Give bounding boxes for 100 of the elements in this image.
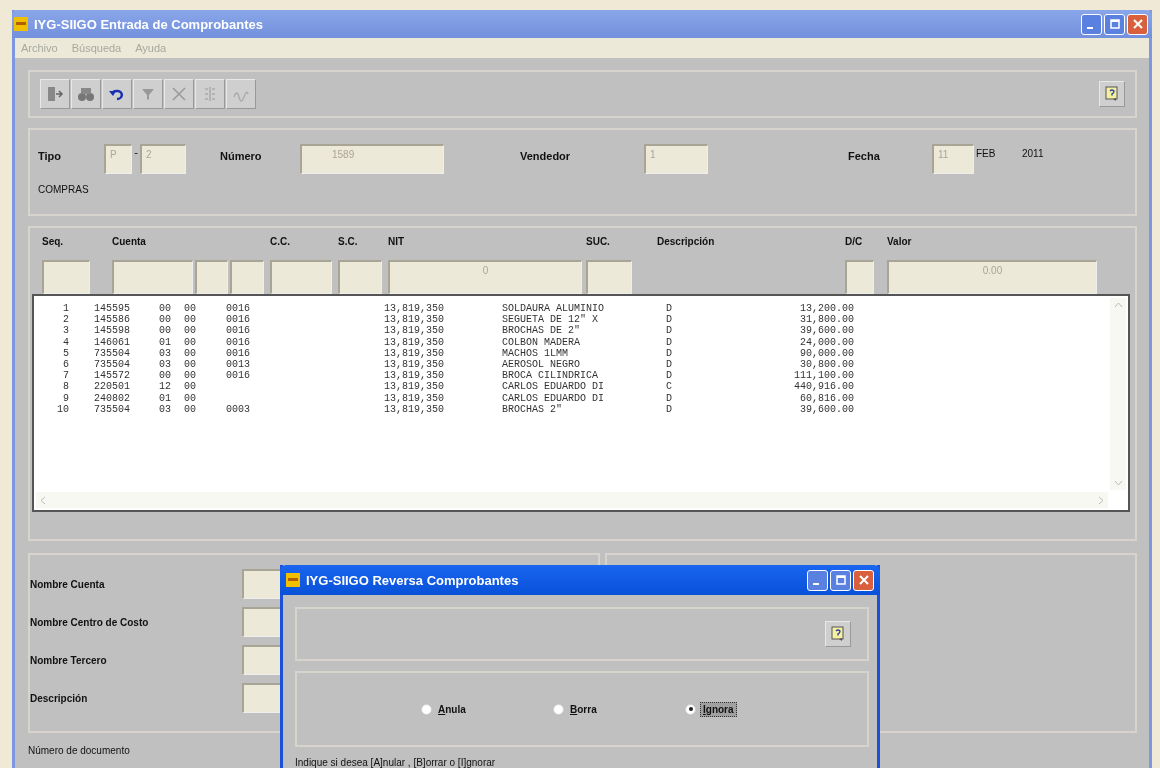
list-text: 8 bbox=[62, 381, 69, 393]
input-field[interactable]: 0 bbox=[388, 260, 582, 294]
input-field[interactable] bbox=[586, 260, 632, 294]
close-button[interactable] bbox=[1127, 13, 1148, 35]
list-text: D bbox=[666, 336, 673, 348]
list-text: SEGUETA DE 12" X bbox=[502, 314, 599, 326]
minimize-button[interactable] bbox=[807, 569, 828, 591]
list-text: 0016 bbox=[226, 336, 251, 348]
list-text: 13,200.00 bbox=[799, 303, 854, 315]
radio-button[interactable] bbox=[553, 703, 564, 715]
app-icon bbox=[14, 17, 28, 31]
hint-text: Indique si desea [A]nular , [B]orrar o [I]gnorar bbox=[295, 757, 497, 768]
close-button[interactable] bbox=[853, 569, 874, 591]
maximize-icon bbox=[1109, 19, 1120, 29]
input-field[interactable]: 1589 bbox=[300, 144, 444, 174]
maximize-icon bbox=[835, 575, 846, 585]
close-icon bbox=[1132, 19, 1143, 29]
input-field[interactable]: 1 bbox=[644, 144, 708, 174]
list-text: 735504 bbox=[94, 358, 131, 371]
field-label: Número bbox=[220, 149, 263, 162]
list-text: 00 bbox=[184, 403, 197, 415]
field-label: Nombre Centro de Costo bbox=[30, 616, 150, 628]
help-button[interactable] bbox=[825, 621, 851, 647]
app-icon bbox=[286, 573, 300, 587]
option-label[interactable]: Borra bbox=[568, 702, 599, 716]
input-field[interactable] bbox=[112, 260, 193, 294]
toolbar-button[interactable] bbox=[102, 79, 132, 109]
input-field[interactable] bbox=[338, 260, 382, 294]
option-label[interactable]: Ignora bbox=[700, 701, 737, 717]
cross-icon bbox=[170, 85, 188, 103]
list-text: AEROSOL NEGRO bbox=[502, 358, 581, 371]
list-text: 0016 bbox=[226, 303, 251, 315]
list-text: D bbox=[666, 358, 673, 371]
list-text: 111,100.00 bbox=[793, 370, 854, 382]
list-text: D bbox=[666, 392, 673, 404]
list-text: 9 bbox=[62, 392, 69, 404]
list-text: D bbox=[666, 403, 673, 415]
binoculars-icon bbox=[77, 85, 95, 103]
minimize-button[interactable] bbox=[1081, 13, 1102, 35]
list-text: 13,819,350 bbox=[383, 347, 444, 359]
field-label: NIT bbox=[388, 236, 406, 249]
list-text: 735504 bbox=[94, 347, 131, 359]
input-field[interactable]: P bbox=[104, 144, 132, 174]
list-text: 2 bbox=[62, 314, 69, 326]
list-text: CARLOS EDUARDO DI bbox=[502, 392, 606, 404]
list-text: SOLDAURA ALUMINIO bbox=[502, 303, 606, 314]
input-field[interactable] bbox=[194, 260, 229, 294]
input-field[interactable]: 2 bbox=[140, 144, 186, 174]
vertical-scrollbar[interactable] bbox=[1110, 298, 1126, 490]
field-label: Fecha bbox=[848, 149, 881, 162]
field-label: S.C. bbox=[338, 236, 359, 249]
list-text: 60,816.00 bbox=[799, 392, 854, 404]
input-field[interactable]: 11 bbox=[932, 144, 974, 174]
list-text: 00 bbox=[159, 303, 172, 315]
list-text: D bbox=[666, 314, 673, 326]
list-text: 4 bbox=[62, 336, 69, 348]
input-field[interactable] bbox=[42, 260, 90, 294]
radio-button[interactable] bbox=[421, 703, 432, 715]
field-label: Valor bbox=[887, 236, 913, 249]
field-label: C.C. bbox=[270, 236, 291, 249]
list-text: 146061 bbox=[94, 336, 131, 348]
list-text: BROCA CILINDRICA bbox=[502, 370, 599, 382]
list-text: 0016 bbox=[226, 325, 251, 337]
list-text: 13,819,350 bbox=[383, 325, 444, 337]
list-text: 00 bbox=[184, 370, 197, 382]
list-text: D bbox=[666, 347, 673, 359]
input-field[interactable] bbox=[845, 260, 874, 294]
list-text: 00 bbox=[159, 314, 172, 326]
input-field[interactable] bbox=[230, 260, 264, 294]
list-text: 13,819,350 bbox=[383, 370, 444, 382]
list-text: C bbox=[666, 381, 673, 393]
maximize-button[interactable] bbox=[830, 569, 851, 591]
help-button[interactable] bbox=[1099, 81, 1125, 107]
status-text: Número de documento bbox=[28, 744, 131, 756]
list-text: 00 bbox=[184, 358, 197, 371]
list-text: 00 bbox=[184, 303, 197, 315]
list-text: 0016 bbox=[226, 347, 251, 359]
list-text: 03 bbox=[159, 358, 172, 371]
list-text: 0016 bbox=[226, 314, 251, 326]
radio-button[interactable] bbox=[685, 703, 696, 715]
option-label[interactable]: Anula bbox=[436, 702, 468, 716]
input-field[interactable] bbox=[270, 260, 332, 294]
list-text: 0013 bbox=[226, 358, 251, 371]
field-label: Seq. bbox=[42, 236, 65, 249]
input-field[interactable]: 0.00 bbox=[887, 260, 1097, 294]
list-text: 31,800.00 bbox=[799, 314, 854, 326]
maximize-button[interactable] bbox=[1104, 13, 1125, 35]
field-label: Nombre Cuenta bbox=[30, 578, 106, 590]
horizontal-scrollbar[interactable] bbox=[36, 492, 1108, 508]
list-text: 145598 bbox=[94, 325, 131, 337]
dialog-title: IYG-SIIGO Reversa Comprobantes bbox=[306, 572, 520, 588]
list-text: 13,819,350 bbox=[383, 314, 444, 326]
separator-text: - bbox=[133, 145, 139, 158]
minimize-icon bbox=[812, 583, 819, 585]
toolbar-button[interactable] bbox=[71, 79, 101, 109]
list-text: 00 bbox=[184, 314, 197, 326]
list-text: 13,819,350 bbox=[383, 336, 444, 348]
list-text: 03 bbox=[159, 403, 172, 415]
list-text: D bbox=[666, 370, 673, 382]
list-text: 00 bbox=[184, 392, 197, 404]
